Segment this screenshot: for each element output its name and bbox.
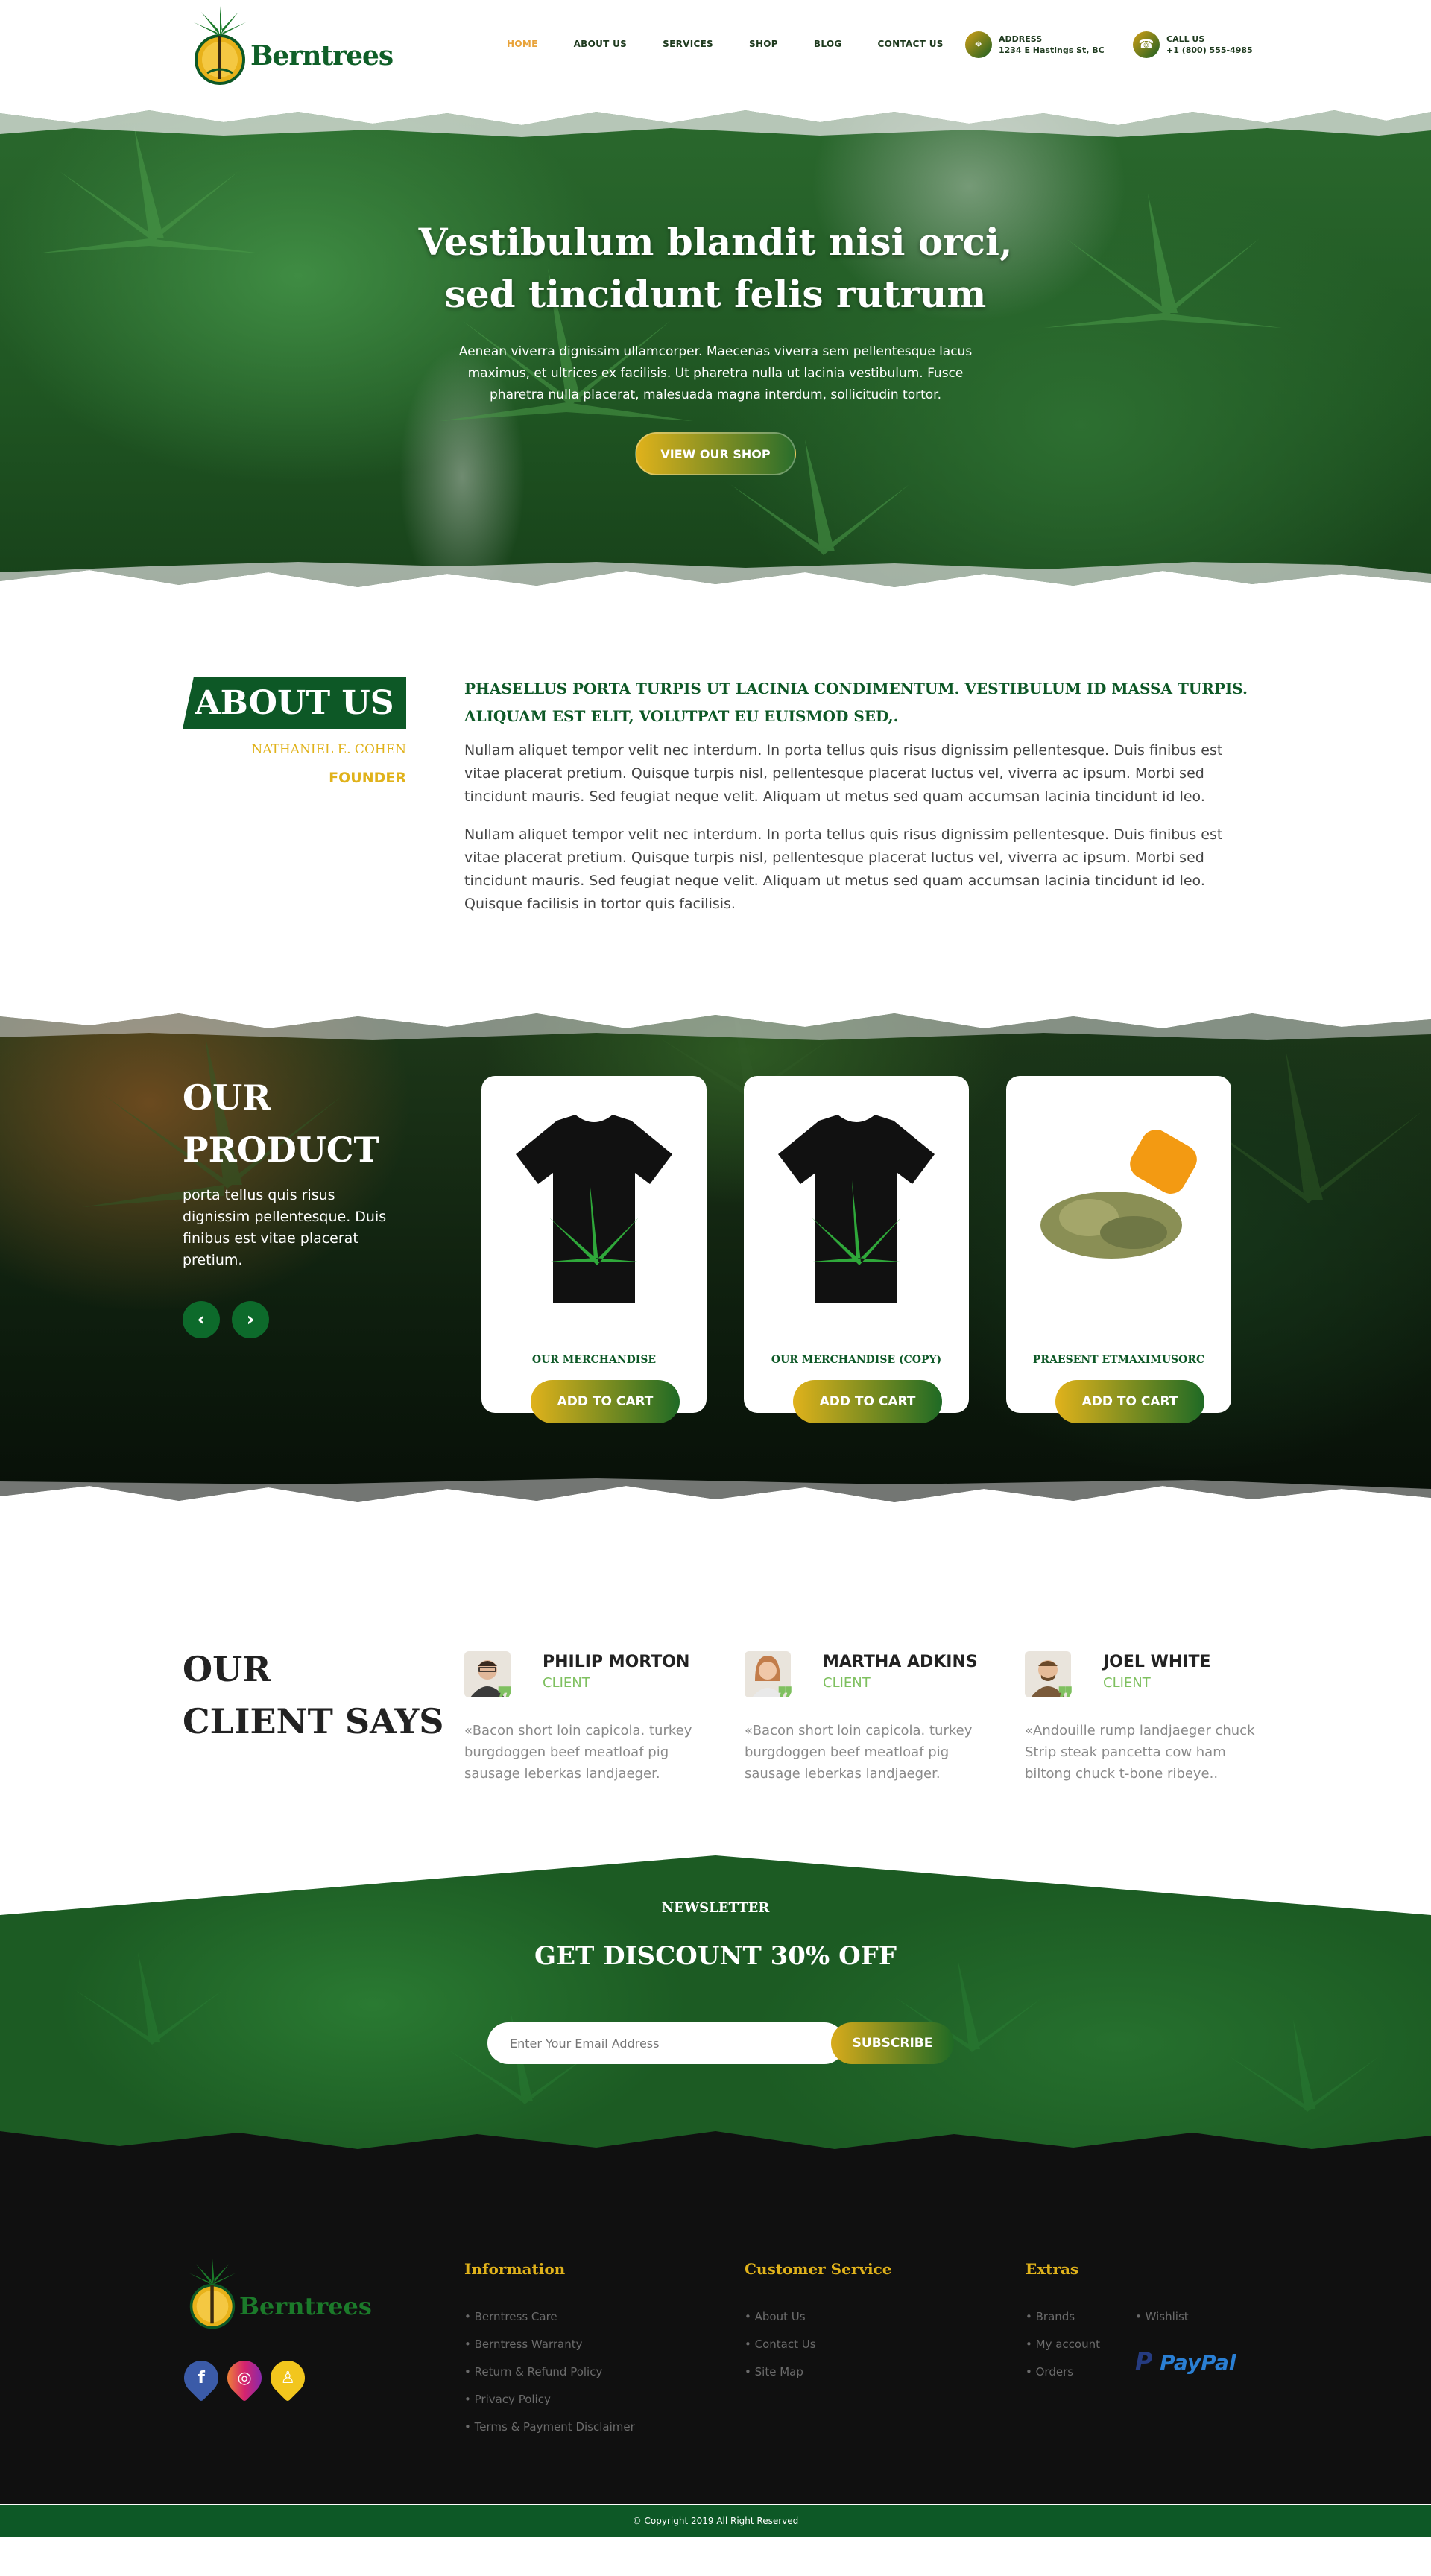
- products-title: OUR PRODUCT: [183, 1072, 379, 1176]
- founder-role: FOUNDER: [329, 770, 406, 786]
- chevron-right-icon[interactable]: ›: [232, 1301, 269, 1338]
- founder-name: NATHANIEL E. COHEN: [251, 742, 406, 757]
- nav-about-us[interactable]: ABOUT US: [574, 39, 628, 49]
- paypal-logo: P PayPal: [1135, 2347, 1236, 2376]
- torn-edge-top: [0, 89, 1431, 137]
- about-paragraph-1: Nullam aliquet tempor velit nec interdum…: [464, 742, 1223, 805]
- copyright-bar: © Copyright 2019 All Right Reserved: [0, 2505, 1431, 2537]
- quote-icon: ❞: [777, 1681, 794, 1716]
- tshirt-image: [778, 1115, 935, 1303]
- testimonial-text: «Bacon short loin capicola. turkey burgd…: [464, 1723, 692, 1782]
- product-card[interactable]: PRAESENT ETMAXIMUSORC ADD TO CART: [1006, 1076, 1231, 1423]
- palm-logo-icon: [189, 2259, 236, 2329]
- client-name: PHILIP MORTON: [543, 1653, 690, 1671]
- testimonials-title-line2: CLIENT SAYS: [183, 1701, 444, 1741]
- torn-edge-bottom: [0, 562, 1431, 611]
- footer-link[interactable]: Orders: [1026, 2365, 1073, 2379]
- footer-link[interactable]: Terms & Payment Disclaimer: [464, 2420, 635, 2434]
- nav-contact-us[interactable]: CONTACT US: [878, 39, 944, 49]
- testimonials-title-line1: OUR: [183, 1649, 271, 1689]
- add-to-cart-button[interactable]: ADD TO CART: [1055, 1380, 1204, 1423]
- products-torn-bottom: [0, 1478, 1431, 1528]
- product-card[interactable]: OUR MERCHANDISE (COPY) ADD TO CART: [744, 1076, 969, 1423]
- footer-logo-text: Berntrees: [239, 2292, 372, 2320]
- about-paragraph-2: Nullam aliquet tempor velit nec interdum…: [464, 826, 1223, 912]
- hero-title: Vestibulum blandit nisi orci, sed tincidu…: [0, 216, 1431, 320]
- hero-banner: Vestibulum blandit nisi orci, sed tincidu…: [0, 89, 1431, 611]
- phone-block: ☎ CALL US +1 (800) 555-4985: [1133, 31, 1253, 58]
- nav-blog[interactable]: BLOG: [814, 39, 842, 49]
- product-name[interactable]: OUR MERCHANDISE: [481, 1354, 707, 1366]
- herb-jar-image: [1040, 1130, 1197, 1259]
- footer-information-title: Information: [464, 2260, 566, 2278]
- location-pin-icon: ⌖: [965, 31, 992, 58]
- client-role: CLIENT: [1103, 1675, 1151, 1691]
- hero-title-line1: Vestibulum blandit nisi orci,: [418, 220, 1013, 264]
- about-heading: PHASELLUS PORTA TURPIS UT LACINIA CONDIM…: [464, 680, 1248, 725]
- product-name[interactable]: PRAESENT ETMAXIMUSORC: [1006, 1354, 1231, 1366]
- products-title-line2: PRODUCT: [183, 1130, 379, 1170]
- newsletter-title: GET DISCOUNT 30% OFF: [534, 1941, 897, 1971]
- footer-link[interactable]: Berntress Warranty: [464, 2338, 583, 2351]
- product-card[interactable]: OUR MERCHANDISE ADD TO CART: [481, 1076, 707, 1423]
- footer-link[interactable]: Berntress Care: [464, 2310, 557, 2323]
- paypal-text: PayPal: [1160, 2350, 1236, 2375]
- footer-link[interactable]: Return & Refund Policy: [464, 2365, 603, 2379]
- products-title-line1: OUR: [183, 1077, 271, 1118]
- client-role: CLIENT: [823, 1675, 871, 1691]
- subscribe-button[interactable]: SUBSCRIBE: [831, 2022, 954, 2064]
- phone-value[interactable]: +1 (800) 555-4985: [1166, 45, 1253, 56]
- address-label: ADDRESS: [999, 34, 1043, 44]
- nav-services[interactable]: SERVICES: [663, 39, 713, 49]
- products-torn-top: [0, 991, 1431, 1040]
- testimonial-text: «Andouille rump landjaeger chuck Strip s…: [1025, 1723, 1255, 1782]
- add-to-cart-button[interactable]: ADD TO CART: [531, 1380, 680, 1423]
- footer-service-title: Customer Service: [745, 2260, 892, 2278]
- palm-logo-icon: [194, 6, 246, 85]
- site-header: Berntrees HOME ABOUT US SERVICES SHOP BL…: [0, 0, 1431, 104]
- testimonial-text: «Bacon short loin capicola. turkey burgd…: [745, 1723, 973, 1782]
- footer-link[interactable]: Brands: [1026, 2310, 1075, 2323]
- client-role: CLIENT: [543, 1675, 590, 1691]
- logo[interactable]: Berntrees: [186, 6, 394, 88]
- footer-logo[interactable]: Berntrees: [183, 2258, 372, 2340]
- hero-title-line2: sed tincidunt felis rutrum: [444, 272, 987, 316]
- chevron-left-icon[interactable]: ‹: [183, 1301, 220, 1338]
- products-description: porta tellus quis risus dignissim pellen…: [183, 1187, 387, 1268]
- tshirt-image: [516, 1115, 672, 1303]
- address-value: 1234 E Hastings St, BC: [999, 45, 1105, 55]
- newsletter-label: NEWSLETTER: [661, 1900, 770, 1916]
- footer-link[interactable]: Contact Us: [745, 2338, 816, 2351]
- quote-icon: ❞: [1058, 1681, 1074, 1716]
- nav-shop[interactable]: SHOP: [749, 39, 778, 49]
- main-nav: HOME ABOUT US SERVICES SHOP BLOG CONTACT…: [507, 39, 979, 49]
- address-block: ⌖ ADDRESS 1234 E Hastings St, BC: [965, 31, 1105, 58]
- newsletter-torn-bottom: [0, 2131, 1431, 2168]
- add-to-cart-button[interactable]: ADD TO CART: [793, 1380, 942, 1423]
- phone-icon: ☎: [1133, 31, 1160, 58]
- quote-icon: ❞: [497, 1681, 514, 1716]
- testimonials-title: OUR CLIENT SAYS: [183, 1643, 444, 1747]
- about-us-badge: ABOUT US: [183, 677, 406, 729]
- nav-home[interactable]: HOME: [507, 39, 538, 49]
- footer-extras-title: Extras: [1026, 2260, 1079, 2278]
- view-shop-button[interactable]: VIEW OUR SHOP: [635, 432, 796, 475]
- client-name: MARTHA ADKINS: [823, 1653, 978, 1671]
- hero-text: Aenean viverra dignissim ullamcorper. Ma…: [458, 344, 973, 402]
- logo-text: Berntrees: [250, 40, 394, 72]
- email-input[interactable]: [487, 2022, 845, 2064]
- footer-link[interactable]: About Us: [745, 2310, 806, 2323]
- footer-link[interactable]: Privacy Policy: [464, 2393, 551, 2406]
- product-name[interactable]: OUR MERCHANDISE (COPY): [744, 1354, 969, 1366]
- paypal-icon: P: [1135, 2347, 1153, 2376]
- footer-link[interactable]: My account: [1026, 2338, 1100, 2351]
- copyright-text: © Copyright 2019 All Right Reserved: [632, 2516, 799, 2526]
- client-name: JOEL WHITE: [1103, 1653, 1211, 1671]
- footer-link[interactable]: Site Map: [745, 2365, 803, 2379]
- phone-label: CALL US: [1166, 34, 1205, 44]
- footer-link[interactable]: Wishlist: [1135, 2310, 1189, 2323]
